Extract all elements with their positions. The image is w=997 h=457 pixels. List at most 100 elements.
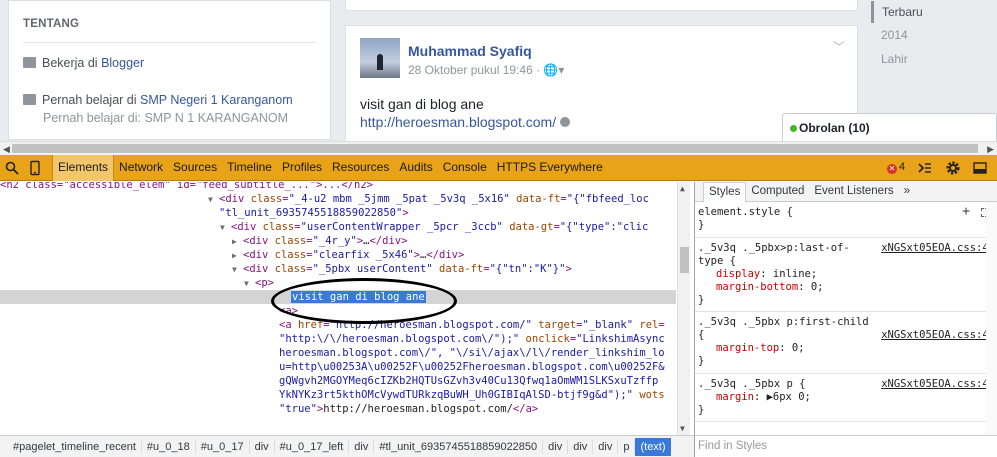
about-edu-prefix: Pernah belajar di	[42, 93, 140, 107]
tab-timeline[interactable]: Timeline	[222, 155, 277, 181]
rule-first-child[interactable]: ._5v3q ._5pbx p:first-child { margin-top…	[695, 316, 997, 374]
expand-triangle-icon[interactable]: ▼	[232, 263, 243, 277]
rule-selector: ._5v3q ._5pbx p:first-child	[698, 316, 869, 328]
horizontal-scrollbar[interactable]: ◀ ▶	[0, 141, 997, 155]
scrollbar-thumb[interactable]	[12, 144, 978, 153]
rule-source-link[interactable]: xNGSxt05EOA.css:48	[881, 378, 995, 390]
globe-icon[interactable]: 🌐▾	[543, 63, 564, 77]
rule-source-link[interactable]: xNGSxt05EOA.css:48	[881, 329, 995, 341]
tab-https-everywhere[interactable]: HTTPS Everywhere	[492, 155, 608, 181]
chat-bar[interactable]: Obrolan (10)	[782, 113, 997, 142]
devtools-toolbar: Elements Network Sources Timeline Profil…	[0, 155, 997, 181]
find-in-styles-input[interactable]: Find in Styles	[695, 435, 997, 457]
tab-console[interactable]: Console	[438, 155, 492, 181]
year-item-latest[interactable]: Terbaru	[871, 1, 923, 23]
dom-node[interactable]: "tl_unit_6935745518859022850">	[0, 206, 676, 220]
breadcrumb-item[interactable]: div	[250, 439, 275, 454]
styles-scrollbar[interactable]	[986, 202, 997, 435]
rule-property[interactable]: margin: ▶6px 0;	[695, 391, 997, 404]
dom-scrollbar[interactable]: ▲ ▼	[677, 182, 690, 435]
breadcrumb-item[interactable]: #tl_unit_6935745518859022850	[374, 439, 544, 454]
breadcrumb-item[interactable]: p	[618, 439, 636, 454]
inspect-search-icon[interactable]	[4, 160, 20, 176]
dom-node[interactable]: ▼ <div class="_4-u2 mbm _5jmm _5pat _5v3q…	[0, 192, 676, 206]
post-author[interactable]: Muhammad Syafiq	[408, 43, 532, 59]
breadcrumb-item[interactable]: #u_0_18	[142, 439, 196, 454]
dom-node[interactable]: ▼ <div class="userContentWrapper _5pcr _3…	[0, 220, 676, 234]
tab-elements[interactable]: Elements	[52, 155, 115, 181]
rule-close: }	[698, 404, 705, 416]
chevron-down-icon[interactable]: ﹀	[833, 38, 845, 55]
tab-audits[interactable]: Audits	[394, 155, 437, 181]
post-link-row: http://heroesman.blogspot.com/	[360, 114, 571, 130]
expand-triangle-icon[interactable]: ▶	[232, 235, 243, 249]
breadcrumb-item[interactable]: #u_0_17	[196, 439, 250, 454]
post-link[interactable]: http://heroesman.blogspot.com/	[360, 114, 556, 130]
breadcrumb-item[interactable]: div	[349, 439, 375, 454]
gear-icon[interactable]	[945, 160, 961, 176]
scroll-up-icon[interactable]: ▲	[680, 184, 685, 193]
dom-node[interactable]: YkNYKz3rt5kthOMcVywdTURkzqBuWH_Uh0GIBIqA…	[0, 388, 676, 402]
dom-node[interactable]: ▶ <div class="clearfix _5x46">…</div>	[0, 248, 676, 262]
breadcrumb-item[interactable]: div	[593, 439, 619, 454]
avatar[interactable]	[360, 38, 400, 78]
dom-node[interactable]: ▼ <div class="_5pbx userContent" data-ft=…	[0, 262, 676, 276]
breadcrumb-item[interactable]: #u_0_17_left	[275, 439, 350, 454]
tab-sources[interactable]: Sources	[168, 155, 222, 181]
rule-element-style[interactable]: element.style { } +	[695, 205, 997, 238]
rule-property[interactable]: margin-bottom: 0;	[695, 281, 997, 294]
rule-selector: element.style {	[698, 206, 793, 218]
expand-triangle-icon[interactable]: ▼	[208, 193, 219, 207]
scroll-left-icon[interactable]: ◀	[3, 144, 10, 155]
rule-selector-cont: type {	[698, 255, 736, 267]
rule-property[interactable]: margin-top: 0;	[695, 342, 997, 355]
tab-network[interactable]: Network	[114, 155, 168, 181]
tab-computed[interactable]: Computed	[746, 182, 809, 202]
dock-side-icon[interactable]	[972, 160, 988, 176]
expand-triangle-icon[interactable]: ▼	[220, 221, 231, 235]
dom-node[interactable]: <h2 class="accessible_elem" id="feed_sub…	[0, 182, 676, 192]
briefcase-icon	[23, 57, 36, 68]
dom-node[interactable]: "http:\/\/heroesman.blogspot.com\/");" o…	[0, 332, 676, 346]
expand-triangle-icon[interactable]: ▶	[232, 249, 243, 263]
link-info-icon[interactable]	[560, 117, 571, 127]
breadcrumb-item[interactable]: div	[568, 439, 594, 454]
device-mode-icon[interactable]	[27, 160, 43, 176]
scroll-right-icon[interactable]: ▶	[987, 144, 994, 155]
tab-profiles[interactable]: Profiles	[277, 155, 327, 181]
about-work-link[interactable]: Blogger	[101, 56, 144, 70]
expand-triangle-icon[interactable]: ▼	[244, 277, 255, 291]
rule-last-of-type[interactable]: ._5v3q ._5pbx>p:last-of- type { display:…	[695, 242, 997, 312]
styles-panel: Styles Computed Event Listeners » elemen…	[694, 182, 997, 457]
dom-scrollbar-thumb[interactable]	[680, 247, 689, 273]
error-count[interactable]: ✕ 4	[887, 161, 905, 174]
rule-p[interactable]: ._5v3q ._5pbx p { margin: ▶6px 0; } xNGS…	[695, 378, 997, 422]
about-edu-subtitle: Pernah belajar di: SMP N 1 KARANGANOM	[43, 111, 289, 125]
breadcrumb: #pagelet_timeline_recent #u_0_18 #u_0_17 di…	[0, 435, 694, 457]
console-drawer-icon[interactable]	[917, 160, 933, 176]
dom-node[interactable]: heroesman.blogspot.com\/", "\/si\/ajax\/…	[0, 346, 676, 360]
breadcrumb-item[interactable]: (text)	[635, 437, 671, 456]
dom-node[interactable]: ▶ <div class="_4r_y">…</div>	[0, 234, 676, 248]
year-item-2014[interactable]: 2014	[871, 24, 908, 46]
tab-event-listeners[interactable]: Event Listeners	[809, 182, 898, 202]
breadcrumb-item[interactable]: div	[543, 439, 569, 454]
dom-node[interactable]: "true">http://heroesman.blogspot.com/</a…	[0, 402, 676, 416]
highlight-ellipse-annotation	[271, 278, 457, 324]
tab-styles[interactable]: Styles	[703, 182, 747, 202]
more-tabs-icon[interactable]: »	[899, 182, 915, 202]
scroll-down-icon[interactable]: ▼	[680, 424, 685, 433]
rule-source-link[interactable]: xNGSxt05EOA.css:48	[881, 242, 995, 254]
about-edu-link[interactable]: SMP Negeri 1 Karanganom	[140, 93, 293, 107]
post-timestamp[interactable]: 28 Oktober pukul 19:46 ·	[408, 63, 543, 77]
breadcrumb-item[interactable]: #pagelet_timeline_recent	[8, 439, 142, 454]
post-text: visit gan di blog ane	[360, 96, 484, 112]
rule-property[interactable]: display: inline;	[695, 268, 997, 281]
dom-node[interactable]: u=http\u00253A\u00252F\u00252Fheroesman.…	[0, 360, 676, 374]
school-icon	[23, 94, 36, 105]
tab-resources[interactable]: Resources	[327, 155, 394, 181]
dom-node[interactable]: gQWgvh2MGOYMeq6cIZKb2HQTUsGZvh3v40Cu13Qf…	[0, 374, 676, 388]
rule-close: }	[698, 355, 705, 367]
add-rule-icon[interactable]: +	[962, 205, 970, 218]
year-item-born[interactable]: Lahir	[871, 48, 908, 70]
